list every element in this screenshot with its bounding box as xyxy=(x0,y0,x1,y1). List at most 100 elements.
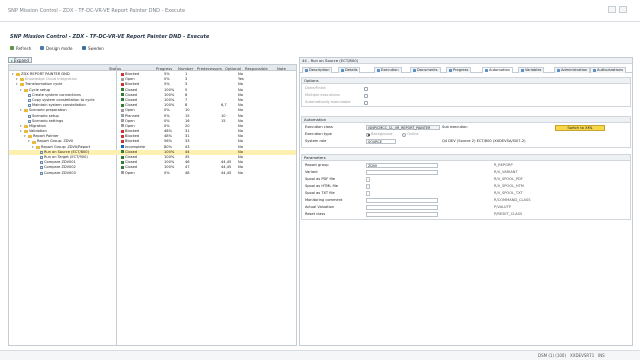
status-mode: INS xyxy=(598,353,605,358)
window-title: SNP Mission Control - ZDX - TF-DC-VR-VE … xyxy=(8,8,186,14)
tab-administration[interactable]: Administration xyxy=(554,67,591,73)
tree-toolbar: ▸ Expand xyxy=(8,57,298,64)
number-cell: 48 xyxy=(185,170,190,175)
status-icon xyxy=(121,155,124,159)
option-auto-label: Automatically executable xyxy=(305,100,351,104)
param-label: Actual Valuation xyxy=(305,205,335,209)
execution-class-field[interactable]: /SNP/CMCC_CL_VR_REPORT_PAINTER xyxy=(366,125,440,130)
window-titlebar: SNP Mission Control - ZDX - TF-DC-VR-VE … xyxy=(0,0,640,22)
tab-icon xyxy=(557,69,560,72)
status-icon xyxy=(121,119,124,123)
param-label: Reset class xyxy=(305,212,326,216)
col-progress[interactable]: Progress xyxy=(156,66,172,71)
option-done-checkbox[interactable] xyxy=(364,86,368,91)
parameters-title: Parameters xyxy=(302,155,630,161)
design-mode-button[interactable]: Design mode xyxy=(40,45,72,51)
option-multiple-label: Multiple executions xyxy=(305,93,340,97)
tab-automation[interactable]: Automation xyxy=(482,67,513,73)
param-value-field[interactable] xyxy=(366,198,438,203)
tab-execution[interactable]: Execution xyxy=(374,67,402,73)
tab-icon xyxy=(593,69,596,72)
status-icon xyxy=(121,139,124,143)
param-value-field[interactable] xyxy=(366,205,438,210)
tab-description[interactable]: Description xyxy=(302,67,333,73)
status-icon xyxy=(121,129,124,133)
progress-cell: 0% xyxy=(164,170,170,175)
status-icon xyxy=(121,171,124,175)
task-icon xyxy=(28,104,31,108)
status-icon xyxy=(121,88,124,92)
background-label: Background xyxy=(371,132,393,136)
tab-icon xyxy=(521,69,524,72)
pred-cell: 44,45 xyxy=(221,170,232,175)
task-icon xyxy=(28,119,31,123)
task-icon xyxy=(28,114,31,118)
param-label: Variant xyxy=(305,170,318,174)
status-icon xyxy=(121,98,124,102)
folder-icon xyxy=(16,73,20,77)
online-label: Online xyxy=(407,132,419,136)
status-icon xyxy=(121,165,124,169)
system-role-description: Q4 DEV (Source 2) ECT/800 (XXDEVSA/SI07-… xyxy=(442,139,526,143)
param-value-field[interactable]: ZDVII xyxy=(366,163,438,168)
status-icon xyxy=(121,103,124,107)
param-code: R/V_SPOOL_HTM xyxy=(494,184,524,188)
tab-icon xyxy=(377,69,380,72)
tab-documents[interactable]: Documents xyxy=(410,67,441,73)
folder-icon xyxy=(24,130,28,134)
tree-header: Status Progress Number Predecessors Opti… xyxy=(9,65,296,71)
minimize-button[interactable] xyxy=(608,6,616,13)
param-value-field[interactable] xyxy=(366,191,370,196)
status-icon xyxy=(121,72,124,76)
status-icon xyxy=(121,108,124,112)
online-radio[interactable] xyxy=(402,132,406,137)
tab-variables[interactable]: Variables xyxy=(518,67,545,73)
param-value-field[interactable] xyxy=(366,170,438,175)
param-label: Report group xyxy=(305,163,329,167)
col-predecessors[interactable]: Predecessors xyxy=(197,66,222,71)
task-icon xyxy=(40,166,43,170)
tab-authorizations[interactable]: Authorizations xyxy=(590,67,626,73)
param-value-field[interactable] xyxy=(366,212,438,217)
tab-icon xyxy=(449,69,452,72)
expand-button[interactable]: ▸ Expand xyxy=(8,57,32,63)
folder-icon xyxy=(32,140,36,144)
task-icon xyxy=(28,99,31,103)
param-code: P/VALUTP xyxy=(494,205,511,209)
col-note[interactable]: Note xyxy=(277,66,286,71)
folder-icon xyxy=(20,83,24,87)
refresh-button[interactable]: Refresh xyxy=(10,45,31,51)
task-tree: Status Progress Number Predecessors Opti… xyxy=(8,64,297,346)
sweden-button[interactable]: Sweden xyxy=(82,45,104,51)
status-icon xyxy=(121,160,124,164)
close-button[interactable] xyxy=(619,6,627,13)
tree-node-name[interactable]: Compare ZDVII03 xyxy=(36,171,76,176)
tab-details[interactable]: Details xyxy=(338,67,361,73)
status-icon xyxy=(121,145,124,149)
system-role-field[interactable]: SOURCE xyxy=(366,139,396,144)
param-label: Spool as PDF file xyxy=(305,177,335,181)
task-icon xyxy=(40,161,43,165)
param-value-field[interactable] xyxy=(366,184,370,189)
option-auto-checkbox[interactable] xyxy=(364,100,368,105)
status-icon xyxy=(121,77,124,81)
tree-row[interactable]: Compare ZDVII03 Open 0% 48 44,45 No xyxy=(9,171,296,176)
switch-to-xml-button[interactable]: Switch to XML xyxy=(555,124,605,131)
param-value-field[interactable] xyxy=(366,177,370,182)
pencil-icon xyxy=(40,46,44,50)
status-bar: DSM (1) (100) XXDEVSR71 INS xyxy=(0,350,640,360)
folder-icon xyxy=(36,145,40,149)
refresh-icon xyxy=(10,46,14,50)
param-code: R_REPGRP xyxy=(494,163,513,167)
tab-icon xyxy=(485,69,488,72)
tab-progress[interactable]: Progress xyxy=(446,67,472,73)
execution-type-label: Execution type xyxy=(305,132,332,136)
col-number[interactable]: Number xyxy=(178,66,193,71)
folder-icon xyxy=(20,78,24,82)
col-optional[interactable]: Optional xyxy=(225,66,241,71)
option-multiple-checkbox[interactable] xyxy=(364,93,368,98)
tree-body: ▾ ZDX REPORT PAINTER DND Blocked 5% 1 No ▾ Know… xyxy=(9,72,296,176)
background-radio[interactable] xyxy=(366,132,370,137)
col-responsible[interactable]: Responsible xyxy=(245,66,268,71)
expand-icon: ▸ xyxy=(11,57,14,63)
